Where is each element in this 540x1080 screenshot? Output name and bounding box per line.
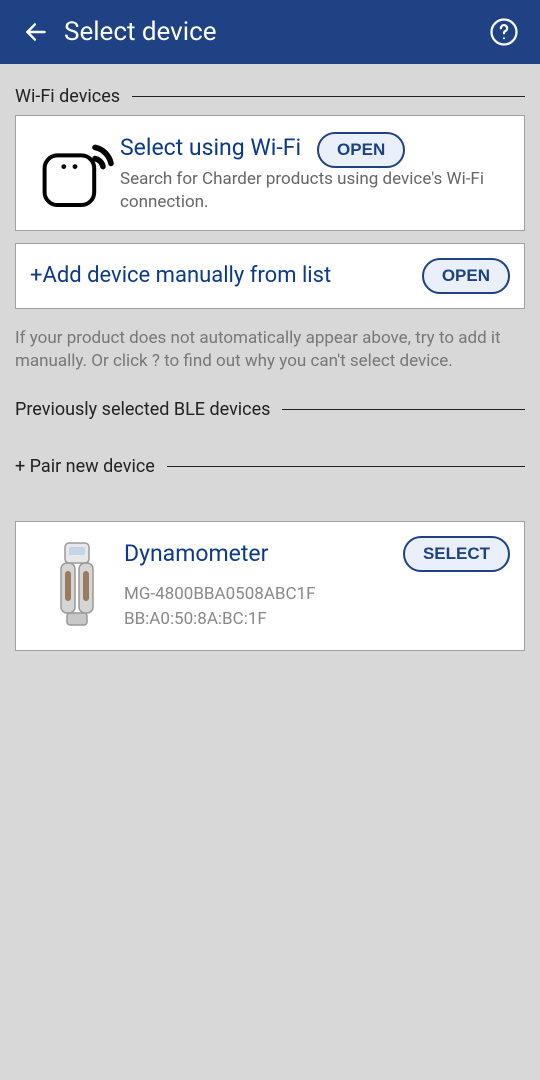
scale-icon-wrap (30, 133, 120, 213)
device-mac: BB:A0:50:8A:BC:1F (124, 607, 510, 633)
help-icon (489, 17, 519, 47)
wifi-section-header: Wi-Fi devices (15, 86, 525, 107)
divider (167, 466, 525, 467)
add-manual-title: +Add device manually from list (30, 263, 331, 288)
device-id: MG-4800BBA0508ABC1F (124, 582, 510, 608)
pair-section-header[interactable]: + Pair new device (15, 456, 525, 477)
wifi-card-title: Select using Wi-Fi (120, 134, 301, 161)
help-button[interactable] (484, 12, 524, 52)
wifi-card-desc: Search for Charder products using device… (120, 168, 510, 214)
helper-text: If your product does not automatically a… (15, 327, 525, 373)
back-button[interactable] (16, 12, 56, 52)
device-select-button[interactable]: SELECT (403, 536, 510, 572)
wifi-open-button[interactable]: OPEN (317, 132, 405, 168)
scale-wifi-icon (35, 133, 115, 213)
dynamometer-icon (47, 541, 107, 631)
device-details: MG-4800BBA0508ABC1F BB:A0:50:8A:BC:1F (124, 582, 510, 633)
page-title: Select device (64, 17, 484, 47)
device-body: Dynamometer SELECT MG-4800BBA0508ABC1F B… (124, 536, 510, 633)
app-header: Select device (0, 0, 540, 64)
add-manual-open-button[interactable]: OPEN (422, 258, 510, 294)
add-manual-card[interactable]: +Add device manually from list OPEN (15, 243, 525, 309)
wifi-card-body: Select using Wi-Fi OPEN Search for Chard… (120, 132, 510, 214)
previously-section-header: Previously selected BLE devices (15, 399, 525, 420)
wifi-section-title: Wi-Fi devices (15, 86, 120, 107)
divider (132, 96, 525, 97)
arrow-left-icon (23, 19, 49, 45)
previously-section-title: Previously selected BLE devices (15, 399, 270, 420)
pair-section-title: + Pair new device (15, 456, 155, 477)
device-icon-wrap (30, 536, 124, 636)
device-card[interactable]: Dynamometer SELECT MG-4800BBA0508ABC1F B… (15, 521, 525, 651)
divider (282, 409, 525, 410)
content-area: Wi-Fi devices Select using Wi-Fi OPEN Se… (0, 86, 540, 651)
device-title: Dynamometer (124, 540, 268, 567)
wifi-scan-card[interactable]: Select using Wi-Fi OPEN Search for Chard… (15, 115, 525, 231)
